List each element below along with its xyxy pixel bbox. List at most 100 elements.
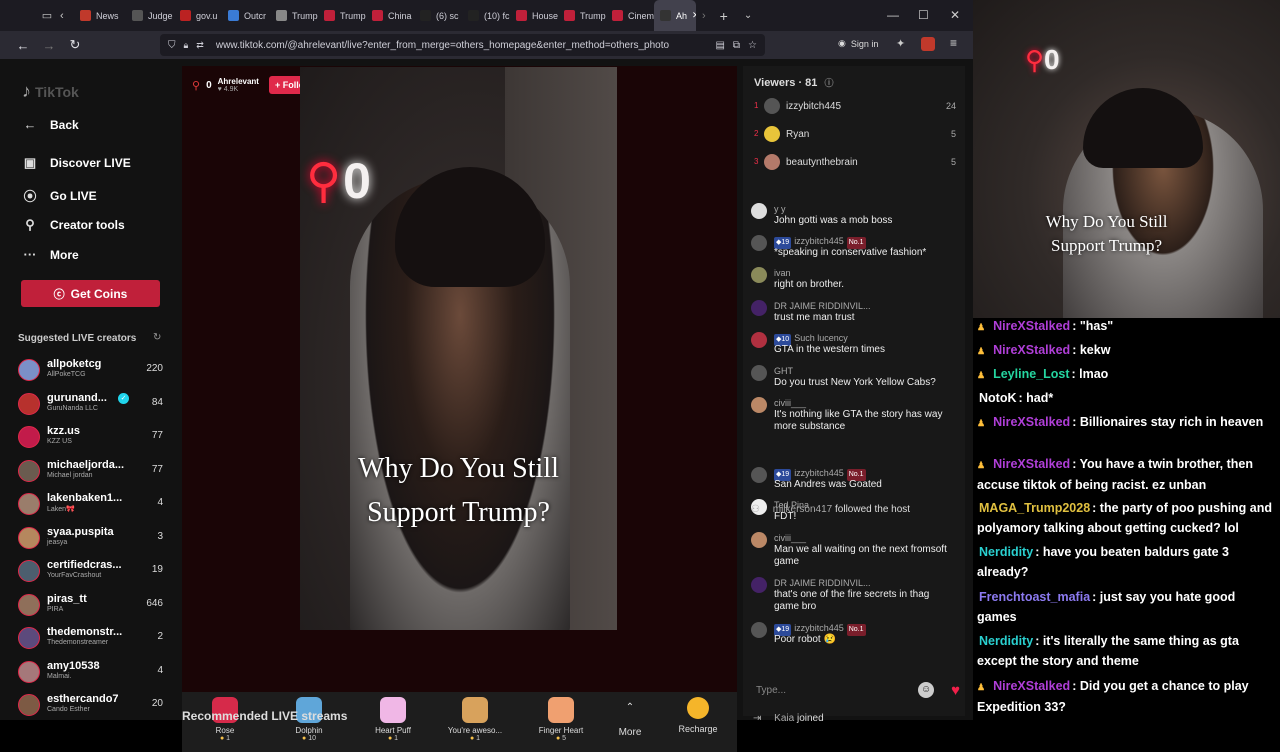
creator-item[interactable]: gurunand... GuruNanda LLC 84 ✓ [18, 391, 166, 421]
creator-item[interactable]: lakenbaken1... Laken🎀 4 [18, 491, 166, 521]
overlay-chat-text: : Billionaires stay rich in heaven [1072, 415, 1264, 429]
extensions-icon[interactable]: ✦ [896, 37, 905, 50]
avatar[interactable] [751, 203, 767, 219]
chat-username[interactable]: DR JAIME RIDDINVIL... [774, 578, 871, 588]
chat-input[interactable]: Type... ☺ ♥ [748, 679, 960, 701]
browser-tab[interactable]: Trump [318, 0, 366, 31]
browser-tab[interactable]: Trump [270, 0, 318, 31]
recharge-button[interactable]: Recharge [663, 697, 733, 734]
live-stream-player[interactable]: ⚲ 0 Ahrelevant ♥ 4.9K + Follow ➦ ⚲ 0 [182, 66, 737, 711]
overlay-chat-message: ♟ NireXStalked: Billionaires stay rich in… [977, 412, 1277, 433]
new-tab-icon[interactable]: + [720, 8, 728, 24]
reader-icon[interactable]: ▤ [715, 40, 724, 51]
menu-icon[interactable]: ≡ [950, 36, 957, 50]
gift-more-button[interactable]: ⌃ More [595, 702, 665, 738]
creator-item[interactable]: piras_tt PIRA 646 [18, 592, 166, 622]
sidebar-item-more[interactable]: ··· More [22, 247, 79, 262]
browser-tab[interactable]: Outcr [222, 0, 270, 31]
creator-subtitle: GuruNanda LLC [47, 404, 98, 412]
browser-tab[interactable]: (10) fc [462, 0, 510, 31]
viewer-count: 77 [151, 430, 163, 441]
avatar[interactable] [751, 300, 767, 316]
sidebar-item-back[interactable]: ← Back [22, 117, 79, 132]
creator-name: amy10538 [47, 659, 100, 672]
chat-username[interactable]: y y [774, 204, 786, 214]
creator-item[interactable]: kzz.us KZZ US 77 [18, 424, 166, 454]
refresh-icon[interactable]: ↻ [153, 332, 161, 343]
suggested-title: Suggested LIVE creators [18, 333, 137, 344]
browser-tab[interactable]: Ah ✕ [654, 0, 696, 31]
gift-name: Dolphin [295, 726, 323, 735]
avatar[interactable] [751, 577, 767, 593]
get-coins-button[interactable]: ⓒ Get Coins [21, 280, 160, 307]
creator-item[interactable]: thedemonstr... Thedemonstreamer 2 [18, 625, 166, 655]
creator-item[interactable]: michaeljorda... Michael jordan 77 [18, 458, 166, 488]
permissions-icon[interactable]: ⇄ [196, 40, 204, 51]
avatar[interactable] [751, 235, 767, 251]
creator-item[interactable]: syaa.puspita jeasya 3 [18, 525, 166, 555]
avatar[interactable] [751, 622, 767, 638]
creator-item[interactable]: amy10538 Malmai. 4 [18, 659, 166, 689]
tab-scroll-right-icon[interactable]: › [702, 10, 706, 22]
browser-tab[interactable]: (6) sc [414, 0, 462, 31]
browser-tab[interactable]: Trump [558, 0, 606, 31]
close-window-icon[interactable]: ✕ [950, 8, 960, 22]
tiktok-logo[interactable]: ♪ TikTok [22, 81, 79, 102]
chat-username[interactable]: ivan [774, 268, 791, 278]
chat-username[interactable]: izzybitch445 [794, 623, 844, 633]
info-icon[interactable]: ⓘ [824, 78, 833, 88]
url-bar[interactable]: ⛉ 🔒︎ ⇄ www.tiktok.com/@ahrelevant/live?e… [160, 34, 765, 56]
addon-badge-icon[interactable] [921, 37, 935, 51]
avatar[interactable] [751, 267, 767, 283]
browser-tab[interactable]: House [510, 0, 558, 31]
chat-username[interactable]: izzybitch445 [794, 236, 844, 246]
back-icon[interactable]: ← [10, 38, 36, 53]
forward-icon[interactable]: → [36, 38, 62, 53]
chat-username[interactable]: Such lucency [794, 333, 848, 343]
sidebar-item-discover-live[interactable]: ▣ Discover LIVE [22, 155, 131, 171]
url-text[interactable]: www.tiktok.com/@ahrelevant/live?enter_fr… [216, 40, 676, 51]
avatar[interactable] [751, 532, 767, 548]
creator-item[interactable]: esthercando7 Cando Esther 20 [18, 692, 166, 722]
chat-username[interactable]: GHT [774, 366, 793, 376]
tab-list-icon[interactable]: ⌄ [744, 10, 752, 21]
coin-icon [687, 697, 709, 719]
tab-overview-icon[interactable]: ▭ [34, 9, 60, 22]
browser-tab[interactable]: Cinem [606, 0, 654, 31]
viewer-count: 2 [157, 631, 163, 642]
avatar[interactable] [751, 365, 767, 381]
shield-icon[interactable]: ⛉ [168, 40, 176, 51]
chat-username[interactable]: civiii___ [774, 398, 806, 408]
browser-tab[interactable]: News [74, 0, 126, 31]
top-viewer-row[interactable]: 3 beautynthebrain 5 [754, 154, 956, 172]
browser-tab[interactable]: China [366, 0, 414, 31]
chat-text: right on brother. [774, 279, 845, 290]
like-heart-icon[interactable]: ♥ [951, 682, 960, 699]
avatar[interactable] [751, 332, 767, 348]
screenshot-icon[interactable]: ⧉ [733, 40, 740, 51]
top-viewer-row[interactable]: 1 izzybitch445 24 [754, 98, 956, 116]
verified-icon: ✓ [118, 392, 129, 404]
tab-scroll-left-icon[interactable]: ‹ [60, 10, 74, 22]
avatar[interactable] [751, 467, 767, 483]
close-tab-icon[interactable]: ✕ [692, 10, 696, 21]
sign-in-button[interactable]: ◉ Sign in [838, 38, 878, 49]
minimize-icon[interactable]: — [887, 8, 899, 22]
browser-tab[interactable]: gov.u [174, 0, 222, 31]
creator-item[interactable]: certifiedcras... YourFavCrashout 19 [18, 558, 166, 588]
creator-item[interactable]: allpoketcg AllPokeTCG 220 [18, 357, 166, 387]
sidebar-item-go-live[interactable]: ⦿ Go LIVE [22, 186, 96, 205]
top-viewer-row[interactable]: 2 Ryan 5 [754, 126, 956, 144]
chat-username[interactable]: civiii___ [774, 533, 806, 543]
host-name[interactable]: Ahrelevant [218, 77, 259, 86]
chat-username[interactable]: DR JAIME RIDDINVIL... [774, 301, 871, 311]
browser-tab[interactable]: Judge [126, 0, 174, 31]
sidebar-item-creator-tools[interactable]: ⚲ Creator tools [22, 217, 124, 233]
reload-icon[interactable]: ↻ [62, 37, 88, 53]
tab-favicon-icon [276, 10, 287, 21]
bookmark-star-icon[interactable]: ☆ [748, 40, 757, 51]
chat-username[interactable]: izzybitch445 [794, 468, 844, 478]
avatar[interactable] [751, 397, 767, 413]
emoji-icon[interactable]: ☺ [918, 682, 935, 698]
maximize-icon[interactable]: ☐ [918, 8, 929, 22]
